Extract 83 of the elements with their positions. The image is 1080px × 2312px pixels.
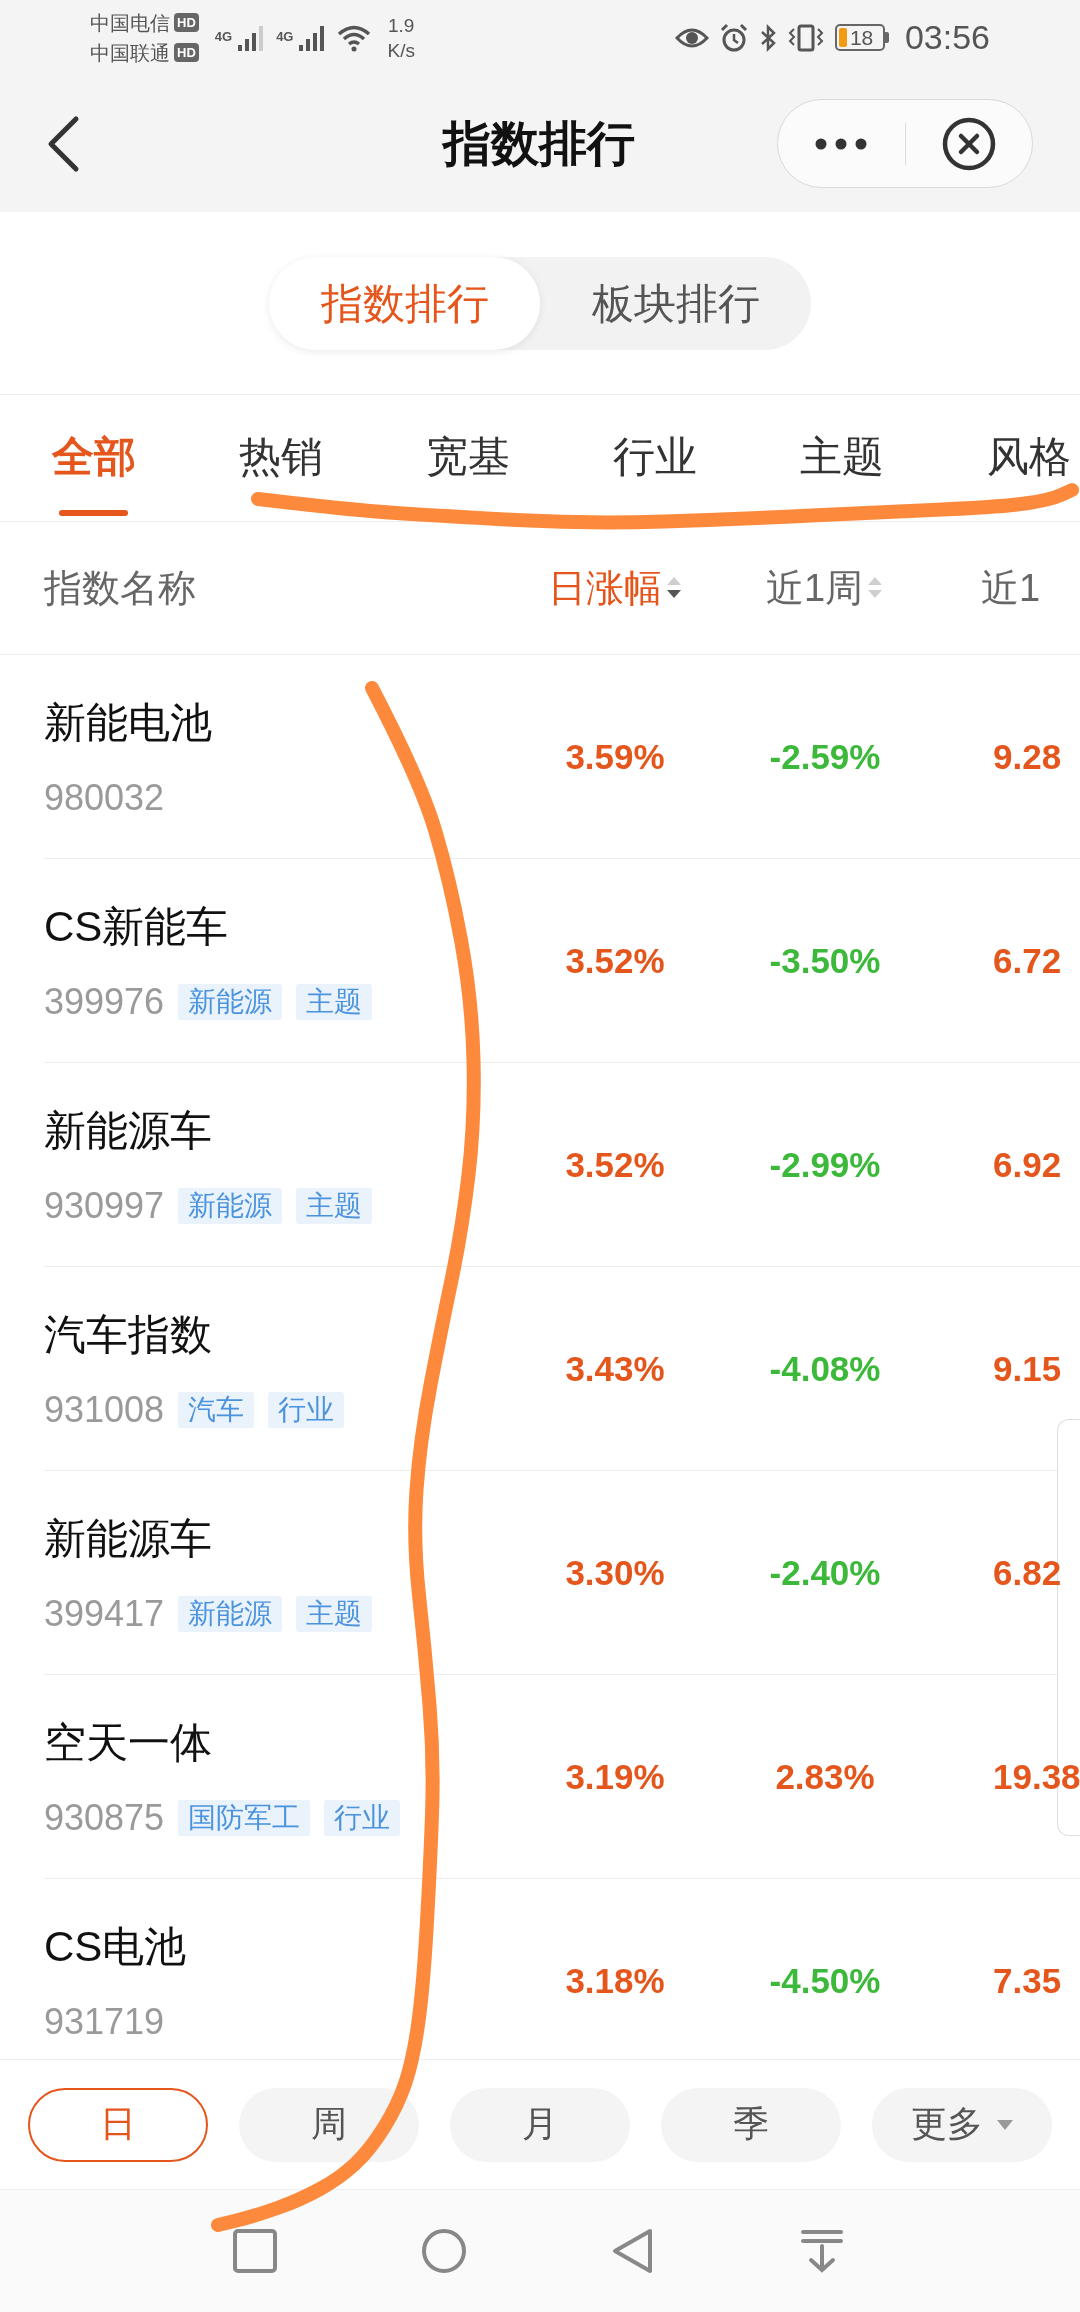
carrier-name: 中国电信 xyxy=(90,10,170,35)
period-button[interactable]: 周 xyxy=(239,2087,419,2162)
arrow-down-lines-icon[interactable] xyxy=(799,2228,845,2274)
more-icon xyxy=(815,137,868,150)
index-code: 980032 xyxy=(44,780,165,816)
carrier-name: 中国联通 xyxy=(90,40,170,65)
index-name[interactable]: 汽车指数 xyxy=(44,1309,510,1361)
category-tag: 行业 xyxy=(324,1800,401,1836)
index-code: 399417 xyxy=(44,1596,165,1632)
network-speed-value: 1.9 xyxy=(388,13,415,38)
change-value: 9.15 xyxy=(993,1348,1062,1389)
change-value: 3.52% xyxy=(565,1144,665,1185)
period-button[interactable]: 更多 xyxy=(872,2087,1052,2162)
change-value: 7.35 xyxy=(993,1960,1062,2001)
index-name[interactable]: 新能源车 xyxy=(44,1105,510,1157)
network-type-label: 4G xyxy=(214,28,233,44)
change-value: 3.43% xyxy=(565,1348,665,1389)
change-value: 2.83% xyxy=(775,1756,875,1797)
index-code: 931719 xyxy=(44,2004,165,2040)
change-value: -2.99% xyxy=(769,1144,881,1185)
category-tab[interactable]: 全部 xyxy=(52,395,136,521)
vibrate-icon xyxy=(786,22,825,53)
index-name[interactable]: 新能源车 xyxy=(44,1513,510,1565)
network-speed-unit: K/s xyxy=(387,38,415,63)
change-value: -2.40% xyxy=(769,1552,881,1593)
column-header: 近1 xyxy=(981,565,1041,611)
index-name[interactable]: CS新能车 xyxy=(44,901,510,953)
change-value: 3.52% xyxy=(565,940,665,981)
change-value: -4.08% xyxy=(769,1348,881,1389)
column-header[interactable]: 近1周 xyxy=(765,562,864,614)
column-header[interactable]: 日涨幅 xyxy=(547,562,662,614)
category-tab[interactable]: 宽基 xyxy=(426,395,510,521)
hd-badge: HD xyxy=(174,13,199,32)
close-icon xyxy=(941,116,996,171)
category-tab[interactable]: 风格 xyxy=(987,395,1071,521)
change-value: 3.59% xyxy=(565,736,665,777)
change-value: -4.50% xyxy=(769,1960,881,2001)
change-value: 3.18% xyxy=(565,1960,665,2001)
wifi-icon xyxy=(337,23,372,52)
index-code: 930997 xyxy=(44,1188,165,1224)
category-tag: 新能源 xyxy=(178,1188,283,1224)
square-icon[interactable] xyxy=(232,2228,278,2274)
index-code: 931008 xyxy=(44,1392,165,1428)
battery-fill-icon xyxy=(838,28,847,47)
clock-time: 03:56 xyxy=(904,18,990,57)
change-value: 6.82 xyxy=(993,1552,1062,1593)
change-value: -2.59% xyxy=(769,736,881,777)
change-value: -3.50% xyxy=(769,940,881,981)
hd-badge: HD xyxy=(174,43,199,62)
category-tag: 新能源 xyxy=(178,1596,283,1632)
category-tab[interactable]: 行业 xyxy=(613,395,697,521)
index-name[interactable]: 空天一体 xyxy=(44,1717,510,1769)
category-tag: 主题 xyxy=(296,1596,373,1632)
change-value: 6.72 xyxy=(993,940,1062,981)
category-tag: 国防军工 xyxy=(178,1800,311,1836)
caret-icon xyxy=(997,2119,1013,2130)
change-value: 19.38 xyxy=(993,1756,1080,1797)
category-tag: 新能源 xyxy=(178,984,283,1020)
category-tag: 主题 xyxy=(296,984,373,1020)
change-value: 3.30% xyxy=(565,1552,665,1593)
segment-tab[interactable]: 指数排行 xyxy=(269,257,540,350)
category-tag: 主题 xyxy=(296,1188,373,1224)
page-title: 指数排行 xyxy=(443,115,635,172)
period-button[interactable]: 日 xyxy=(28,2087,208,2162)
change-value: 9.28 xyxy=(993,736,1062,777)
index-name[interactable]: 新能电池 xyxy=(44,697,510,749)
category-tab[interactable]: 主题 xyxy=(800,395,884,521)
period-button[interactable]: 季 xyxy=(661,2087,841,2162)
alarm-clock-icon xyxy=(718,22,749,53)
period-button[interactable]: 月 xyxy=(450,2087,630,2162)
index-name[interactable]: CS电池 xyxy=(44,1921,510,1973)
network-type-label: 4G xyxy=(276,28,294,44)
change-value: 3.19% xyxy=(565,1756,665,1797)
category-tag: 汽车 xyxy=(178,1392,255,1428)
circle-icon[interactable] xyxy=(421,2228,467,2274)
category-tag: 行业 xyxy=(268,1392,345,1428)
segment-tab[interactable]: 板块排行 xyxy=(540,257,811,350)
battery-percent: 18 xyxy=(849,26,874,49)
category-tab[interactable]: 热销 xyxy=(239,395,323,521)
index-code: 930875 xyxy=(44,1800,165,1836)
column-header: 指数名称 xyxy=(44,565,196,611)
change-value: 6.92 xyxy=(993,1144,1062,1185)
index-code: 399976 xyxy=(44,984,165,1020)
